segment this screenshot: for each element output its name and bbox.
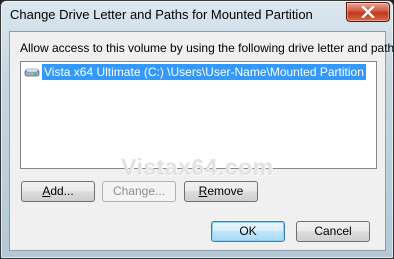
close-button[interactable] — [346, 2, 390, 22]
remove-button-mnemonic: R — [198, 184, 208, 198]
dialog-window: Change Drive Letter and Paths for Mounte… — [0, 0, 394, 259]
dialog-body: Allow access to this volume by using the… — [9, 31, 394, 251]
cancel-button[interactable]: Cancel — [296, 221, 370, 242]
window-title: Change Drive Letter and Paths for Mounte… — [10, 7, 313, 22]
remove-button[interactable]: Remove — [184, 181, 258, 202]
list-item-label: Vista x64 Ultimate (C:) \Users\User-Name… — [42, 64, 366, 80]
drive-icon — [24, 68, 40, 77]
close-icon — [361, 6, 375, 18]
remove-button-label: emove — [207, 184, 244, 198]
instruction-label: Allow access to this volume by using the… — [20, 41, 394, 55]
paths-listbox[interactable]: Vista x64 Ultimate (C:) \Users\User-Name… — [20, 61, 377, 169]
ok-button[interactable]: OK — [211, 221, 285, 242]
title-bar[interactable]: Change Drive Letter and Paths for Mounte… — [1, 1, 393, 31]
watermark: Vistax64.com — [121, 154, 274, 180]
add-button-label: dd... — [50, 184, 74, 198]
list-item[interactable]: Vista x64 Ultimate (C:) \Users\User-Name… — [24, 64, 366, 80]
change-button[interactable]: Change... — [102, 181, 176, 202]
add-button[interactable]: Add... — [21, 181, 95, 202]
